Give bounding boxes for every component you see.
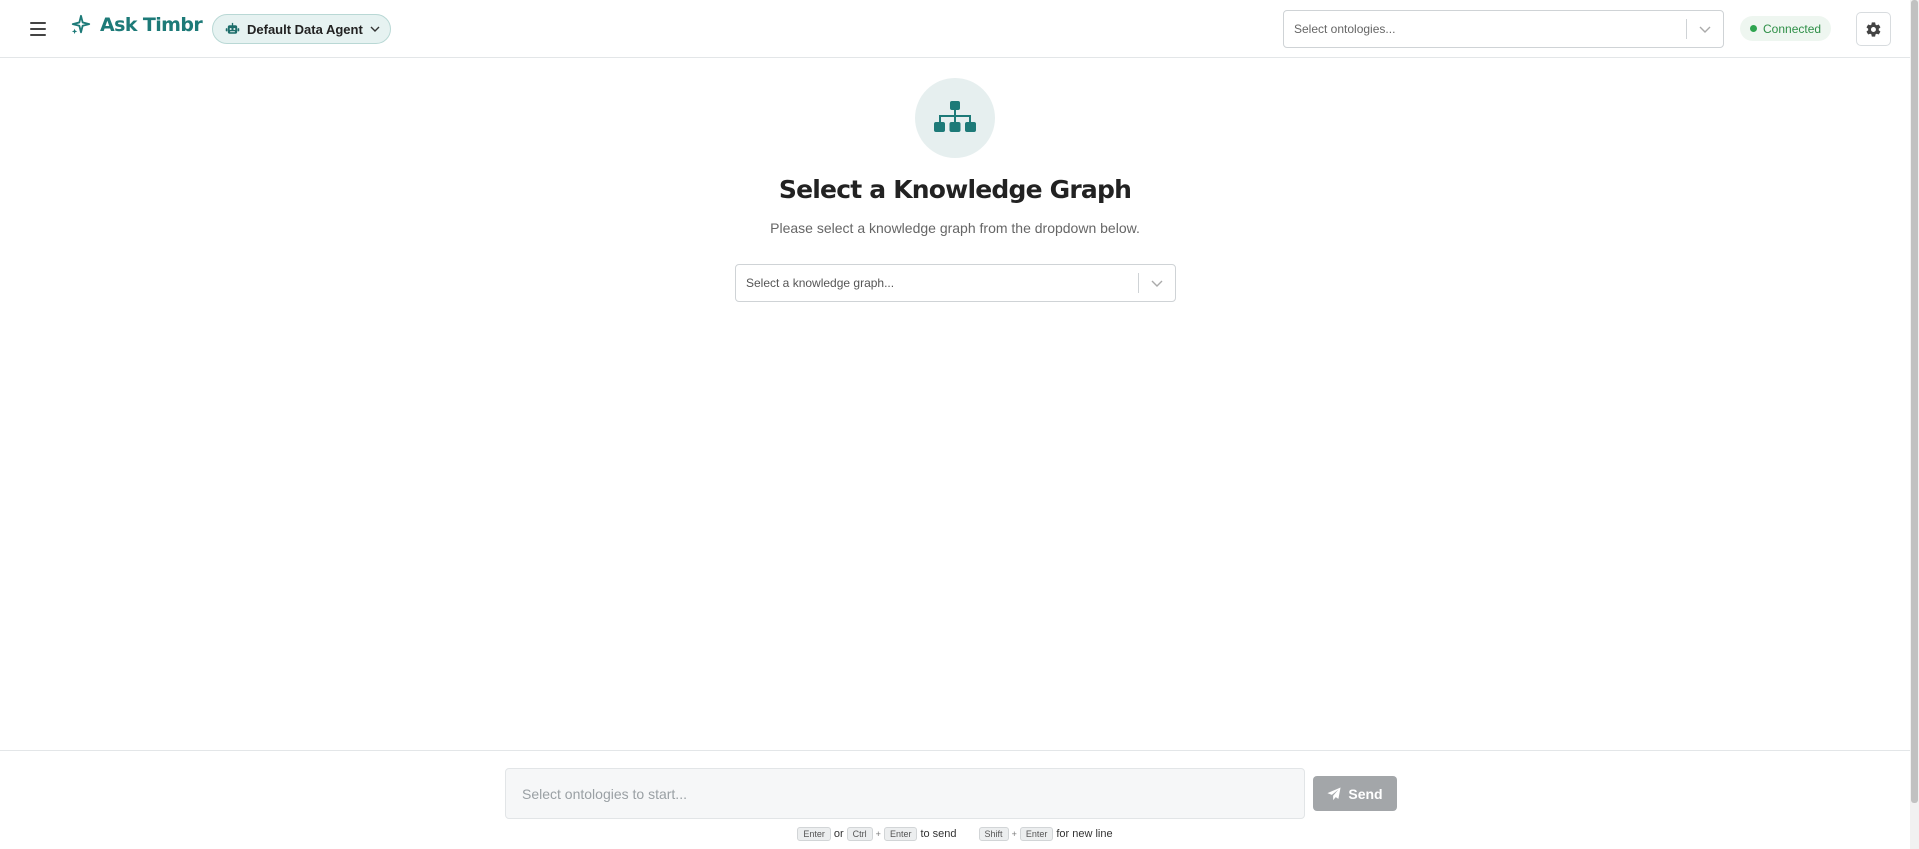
hint-new-line: for new line [1056, 828, 1113, 840]
paper-plane-icon [1327, 786, 1341, 800]
knowledge-graph-select[interactable]: Select a knowledge graph... [735, 264, 1176, 302]
brand-name: Ask Timbr [100, 14, 203, 36]
hint-plus: + [1011, 829, 1017, 839]
page-subtitle: Please select a knowledge graph from the… [770, 220, 1140, 236]
knowledge-graph-icon-badge [915, 78, 995, 158]
menu-icon[interactable] [26, 17, 50, 41]
agent-selector[interactable]: Default Data Agent [212, 14, 391, 44]
app-header: Ask Timbr Default Data Agent Select onto… [0, 0, 1910, 58]
settings-button[interactable] [1856, 12, 1891, 46]
chevron-down-icon [370, 26, 380, 32]
hint-to-send: to send [920, 828, 957, 840]
chevron-down-icon[interactable] [1687, 11, 1723, 47]
agent-label: Default Data Agent [247, 21, 363, 37]
chevron-down-icon[interactable] [1139, 265, 1175, 301]
status-text: Connected [1763, 21, 1822, 36]
kbd-enter: Enter [883, 827, 918, 841]
send-label: Send [1348, 785, 1383, 802]
kbd-shift: Shift [978, 827, 1009, 841]
knowledge-graph-select-placeholder: Select a knowledge graph... [746, 276, 895, 290]
send-button[interactable]: Send [1313, 776, 1397, 811]
page-scrollbar[interactable] [1910, 0, 1919, 849]
kbd-ctrl: Ctrl [846, 827, 873, 841]
gear-icon [1866, 21, 1881, 37]
robot-icon [225, 22, 240, 34]
chat-input[interactable] [505, 768, 1305, 819]
kbd-enter: Enter [1019, 827, 1054, 841]
page-title: Select a Knowledge Graph [778, 175, 1132, 204]
ontologies-select[interactable]: Select ontologies... [1283, 10, 1724, 48]
sitemap-icon [934, 101, 976, 132]
connection-status-badge: Connected [1740, 16, 1832, 41]
hint-or: or [833, 828, 844, 840]
keyboard-hints: Enter or Ctrl + Enter to send Shift + En… [0, 827, 1910, 841]
brand-logo[interactable]: Ask Timbr [70, 14, 203, 36]
scrollbar-thumb[interactable] [1911, 0, 1918, 803]
sparkle-icon [71, 14, 91, 35]
kbd-enter: Enter [797, 827, 831, 841]
hint-plus: + [875, 829, 881, 839]
ontologies-select-placeholder: Select ontologies... [1294, 22, 1396, 36]
status-dot-icon [1750, 25, 1757, 32]
